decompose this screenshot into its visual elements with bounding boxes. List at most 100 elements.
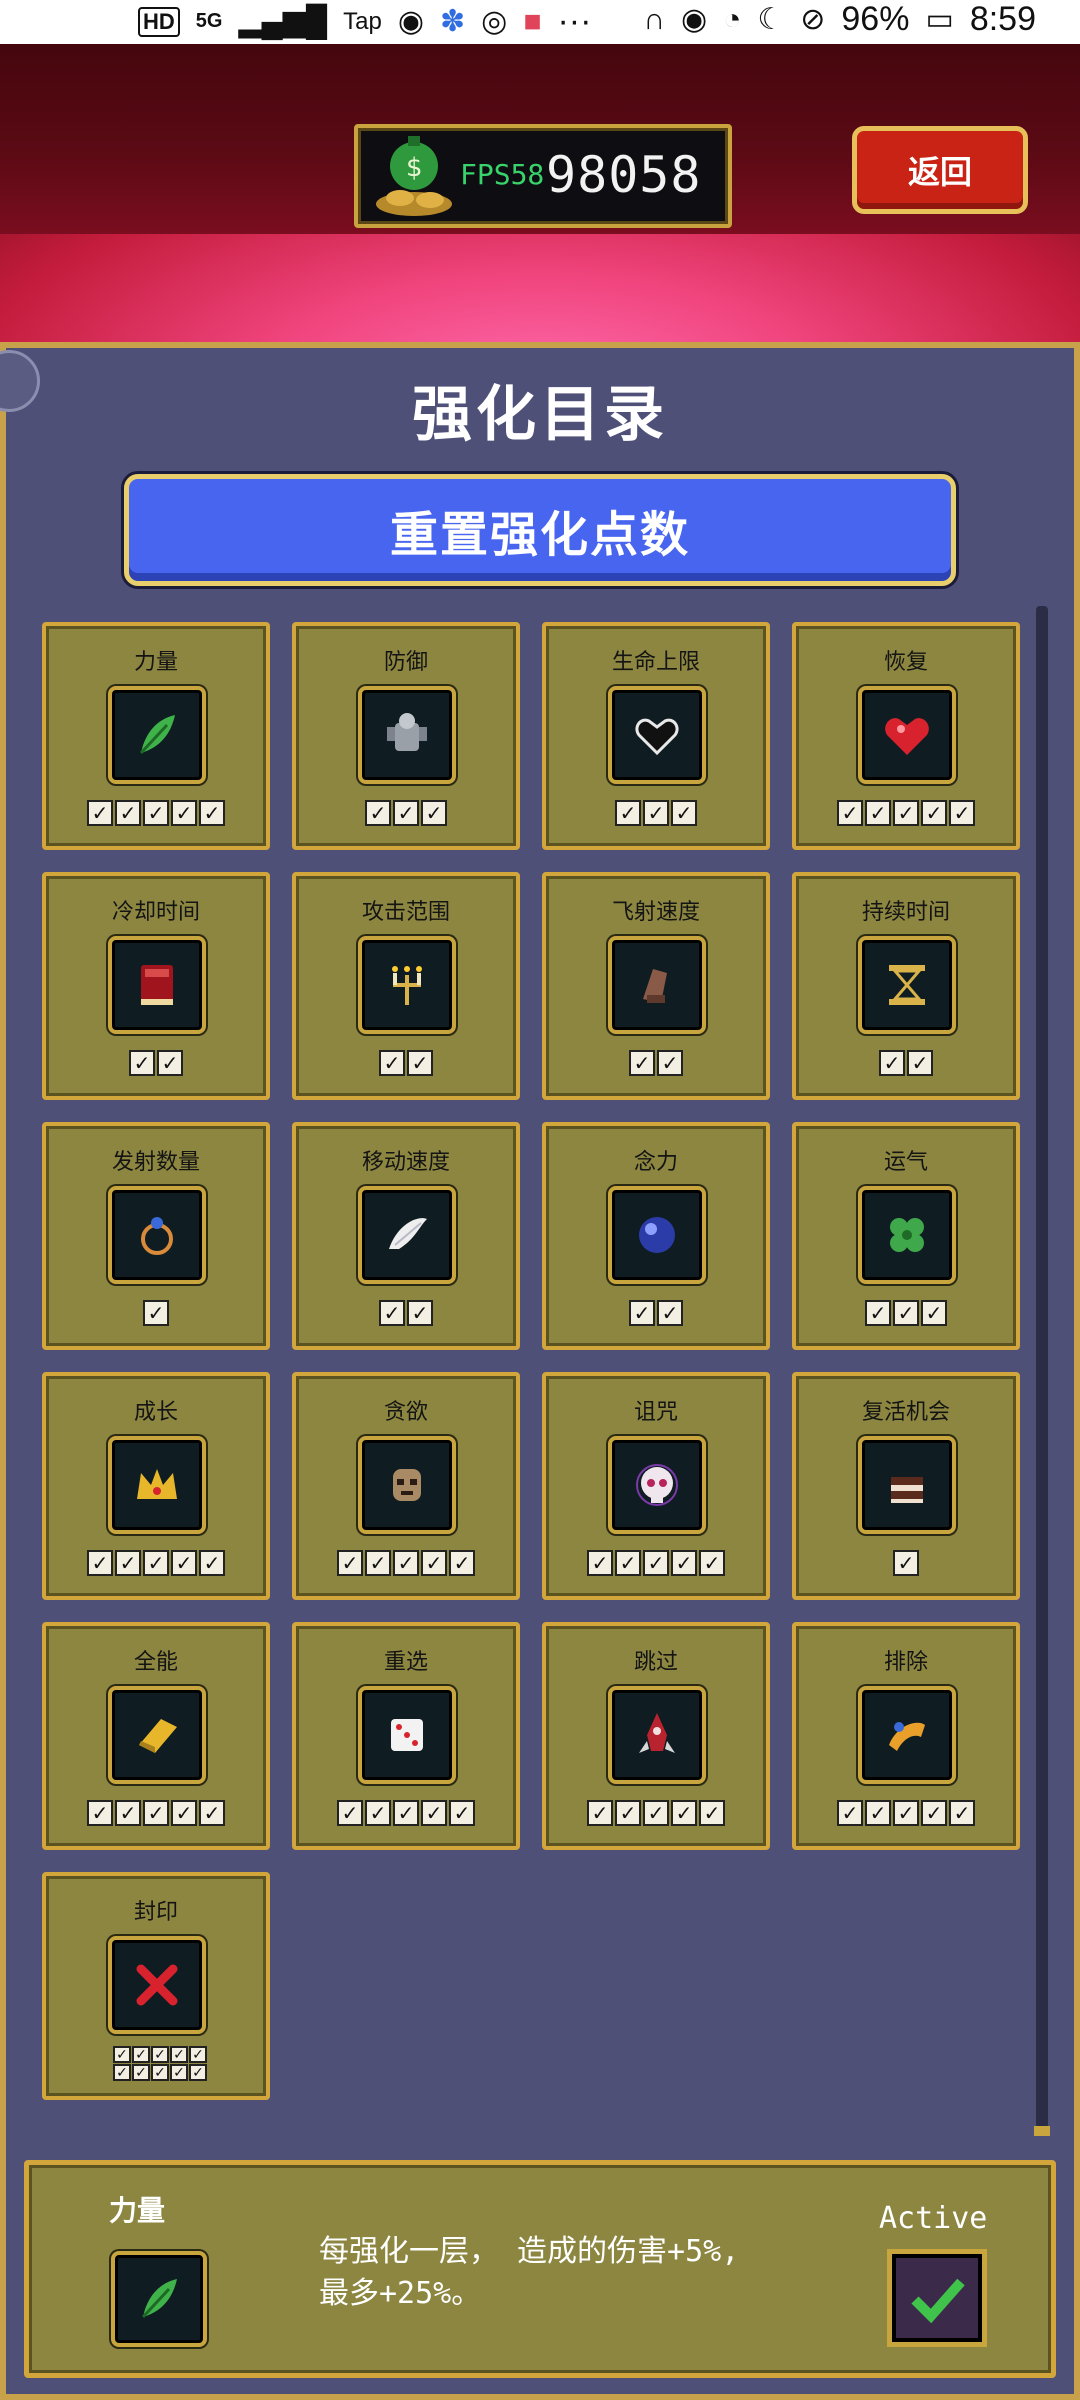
gold-bar-icon	[108, 1686, 206, 1784]
level-check-icon: ✓	[170, 2064, 188, 2081]
level-check-icon: ✓	[87, 800, 113, 826]
powerup-label: 贪欲	[383, 1400, 428, 1425]
level-check-icon: ✓	[365, 800, 391, 826]
powerup-card[interactable]: 全能 ✓ ✓ ✓ ✓ ✓	[42, 1622, 270, 1850]
powerup-card[interactable]: 飞射速度 ✓ ✓	[542, 872, 770, 1100]
level-check-icon: ✓	[949, 800, 975, 826]
level-check-icon: ✓	[171, 800, 197, 826]
powerup-grid: 力量 ✓ ✓ ✓ ✓ ✓ 防御 ✓ ✓ ✓ 生命上限 ✓ ✓ ✓ 恢复 ✓ ✓ ✓ ✓ ✓ 冷却时间 ✓ ✓ 攻击范围 ✓ ✓ 飞射…	[42, 622, 1022, 2100]
back-button[interactable]: 返回	[852, 126, 1028, 214]
level-check-icon: ✓	[365, 1550, 391, 1576]
level-check-icon: ✓	[407, 1050, 433, 1076]
level-check-icon: ✓	[699, 1800, 725, 1826]
powerup-label: 防御	[383, 650, 428, 675]
level-check-icon: ✓	[151, 2046, 169, 2063]
level-check-icon: ✓	[113, 2046, 131, 2063]
powerup-card[interactable]: 力量 ✓ ✓ ✓ ✓ ✓	[42, 622, 270, 850]
leaf-icon	[108, 686, 206, 784]
detail-description-line2: 最多+25%。	[319, 2276, 482, 2311]
level-check-icon: ✓	[157, 1050, 183, 1076]
powerup-card[interactable]: 成长 ✓ ✓ ✓ ✓ ✓	[42, 1372, 270, 1600]
level-checkboxes: ✓ ✓	[296, 1050, 516, 1076]
scrollbar-thumb[interactable]	[1034, 2126, 1050, 2136]
powerup-label: 持续时间	[861, 900, 950, 925]
status-bar: HD 5G ▂▄▆█ Tap ◉ ✽ ◎ ■ ··· ∩ ◉ ◔ ☾ ⊘ 96%…	[0, 0, 1080, 44]
level-check-icon: ✓	[449, 1550, 475, 1576]
level-check-icon: ✓	[199, 800, 225, 826]
gold-amount: 98058	[546, 146, 702, 204]
active-checkbox[interactable]	[887, 2249, 987, 2347]
powerup-detail: 力量 每强化一层， 造成的伤害+5%, 最多+25%。 Active	[24, 2160, 1056, 2378]
paw-icon: ✽	[440, 5, 466, 38]
level-check-icon: ✓	[393, 1800, 419, 1826]
level-check-icon: ✓	[199, 1550, 225, 1576]
level-check-icon: ✓	[643, 800, 669, 826]
powerup-card[interactable]: 贪欲 ✓ ✓ ✓ ✓ ✓	[292, 1372, 520, 1600]
level-checkboxes: ✓ ✓ ✓ ✓ ✓	[296, 1800, 516, 1826]
armor-icon	[358, 686, 456, 784]
level-check-icon: ✓	[615, 800, 641, 826]
powerup-card[interactable]: 排除 ✓ ✓ ✓ ✓ ✓	[792, 1622, 1020, 1850]
level-check-icon: ✓	[337, 1550, 363, 1576]
candelabra-icon	[358, 936, 456, 1034]
level-check-icon: ✓	[921, 1800, 947, 1826]
powerup-card[interactable]: 恢复 ✓ ✓ ✓ ✓ ✓	[792, 622, 1020, 850]
level-check-icon: ✓	[837, 1800, 863, 1826]
level-check-icon: ✓	[615, 1800, 641, 1826]
level-check-icon: ✓	[921, 800, 947, 826]
powerup-card[interactable]: 运气 ✓ ✓ ✓	[792, 1122, 1020, 1350]
powerup-label: 冷却时间	[111, 900, 200, 925]
svg-text:$: $	[406, 153, 423, 183]
powerup-card[interactable]: 冷却时间 ✓ ✓	[42, 872, 270, 1100]
powerup-card[interactable]: 防御 ✓ ✓ ✓	[292, 622, 520, 850]
hourglass-icon	[858, 936, 956, 1034]
clock: 8:59	[969, 0, 1036, 38]
ring-icon	[108, 1186, 206, 1284]
powerup-card[interactable]: 生命上限 ✓ ✓ ✓	[542, 622, 770, 850]
powerup-card[interactable]: 持续时间 ✓ ✓	[792, 872, 1020, 1100]
level-check-icon: ✓	[379, 1050, 405, 1076]
level-check-icon: ✓	[879, 1050, 905, 1076]
powerup-card[interactable]: 封印 ✓ ✓ ✓ ✓ ✓ ✓ ✓ ✓ ✓ ✓	[42, 1872, 270, 2100]
powerup-card[interactable]: 复活机会 ✓	[792, 1372, 1020, 1600]
horn-icon	[858, 1686, 956, 1784]
rocket-icon	[608, 1686, 706, 1784]
detail-description: 每强化一层， 造成的伤害+5%, 最多+25%。	[319, 2231, 839, 2315]
level-check-icon: ✓	[837, 800, 863, 826]
powerup-card[interactable]: 发射数量 ✓	[42, 1122, 270, 1350]
level-check-icon: ✓	[337, 1800, 363, 1826]
reset-points-button[interactable]: 重置强化点数	[124, 474, 956, 586]
level-check-icon: ✓	[893, 1550, 919, 1576]
level-check-icon: ✓	[893, 1800, 919, 1826]
cake-icon	[858, 1436, 956, 1534]
wechat-icon: ◎	[481, 5, 508, 38]
level-check-icon: ✓	[379, 1300, 405, 1326]
page-title: 强化目录	[412, 380, 668, 450]
level-checkboxes: ✓ ✓ ✓ ✓ ✓	[296, 1550, 516, 1576]
level-check-icon: ✓	[699, 1550, 725, 1576]
battery-percent: 96%	[841, 0, 910, 38]
fps-counter: FPS58	[460, 158, 545, 191]
level-check-icon: ✓	[865, 1300, 891, 1326]
powerup-label: 运气	[883, 1150, 928, 1175]
powerup-card[interactable]: 诅咒 ✓ ✓ ✓ ✓ ✓	[542, 1372, 770, 1600]
signal-icon: ▂▄▆█	[238, 5, 328, 38]
powerup-card[interactable]: 念力 ✓ ✓	[542, 1122, 770, 1350]
level-check-icon: ✓	[629, 1050, 655, 1076]
level-check-icon: ✓	[407, 1300, 433, 1326]
powerup-label: 念力	[633, 1150, 678, 1175]
powerup-label: 成长	[133, 1400, 178, 1425]
level-check-icon: ✓	[189, 2064, 207, 2081]
powerup-label: 力量	[133, 650, 178, 675]
level-check-icon: ✓	[615, 1550, 641, 1576]
level-check-icon: ✓	[393, 1550, 419, 1576]
powerup-card[interactable]: 移动速度 ✓ ✓	[292, 1122, 520, 1350]
powerup-card[interactable]: 跳过 ✓ ✓ ✓ ✓ ✓	[542, 1622, 770, 1850]
mute-icon: ⊘	[800, 3, 826, 36]
level-checkboxes: ✓ ✓ ✓	[546, 800, 766, 826]
powerup-label: 移动速度	[361, 1150, 450, 1175]
powerup-card[interactable]: 攻击范围 ✓ ✓	[292, 872, 520, 1100]
scrollbar[interactable]	[1034, 606, 1050, 2136]
powerup-card[interactable]: 重选 ✓ ✓ ✓ ✓ ✓	[292, 1622, 520, 1850]
powerup-label: 排除	[883, 1650, 928, 1675]
